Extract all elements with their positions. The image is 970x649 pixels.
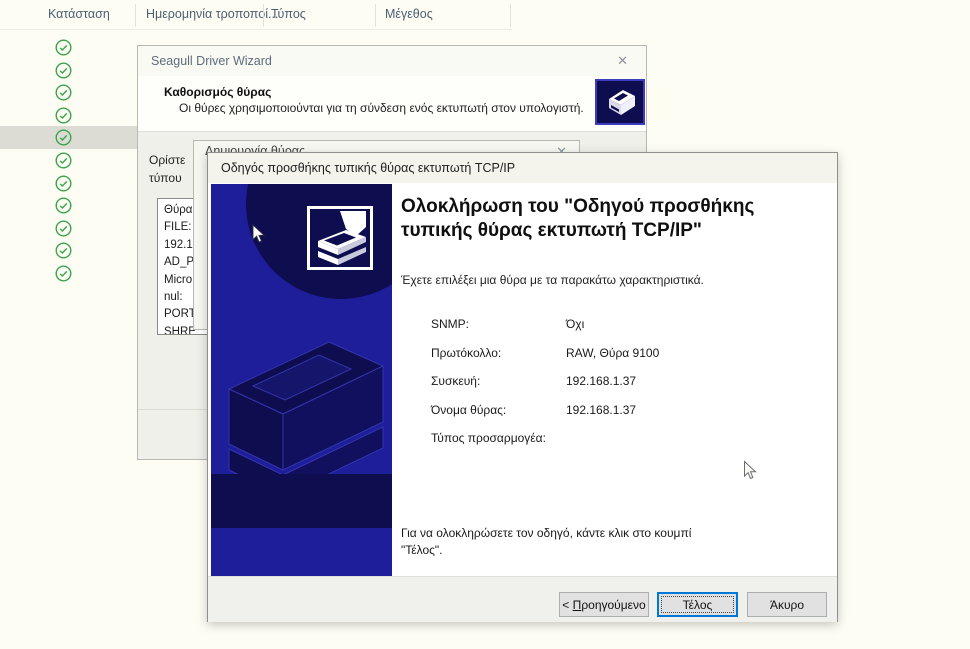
check-circle-icon (55, 220, 72, 237)
check-circle-icon (55, 107, 72, 124)
property-row: Συσκευή: 192.168.1.37 (431, 374, 821, 388)
check-circle-icon (55, 84, 72, 101)
seagull-body-text: Ορίστε τύπου (149, 153, 186, 185)
printer-icon (595, 79, 645, 125)
status-row[interactable] (0, 59, 137, 82)
property-value: 192.168.1.37 (566, 402, 637, 417)
column-header[interactable]: Ημερομηνία τροποποί... (146, 7, 278, 21)
property-label: Τύπος προσαρμογέα: (431, 431, 546, 445)
wizard-completion-heading: Ολοκλήρωση του "Οδηγού προσθήκης τυπικής… (401, 196, 755, 241)
wizard-finish-note: Για να ολοκληρώσετε τον οδηγό, κάντε κλι… (401, 526, 692, 557)
check-circle-icon (55, 175, 72, 192)
column-separator[interactable] (263, 4, 264, 27)
seagull-header-band: Καθορισμός θύρας Οι θύρες χρησιμοποιούντ… (138, 76, 646, 132)
check-circle-icon (55, 242, 72, 259)
tcpip-port-wizard-dialog: Οδηγός προσθήκης τυπικής θύρας εκτυπωτή … (207, 152, 838, 622)
explorer-column-header: Κατάσταση Ημερομηνία τροποποί... Τύπος Μέγε… (0, 0, 970, 30)
seagull-titlebar: Seagull Driver Wizard ✕ (138, 46, 646, 76)
seagull-title: Seagull Driver Wizard (151, 54, 272, 68)
status-row[interactable] (0, 217, 137, 240)
column-header[interactable]: Μέγεθος (385, 7, 433, 21)
status-column (0, 0, 137, 649)
close-icon[interactable]: ✕ (617, 54, 628, 67)
column-separator[interactable] (375, 4, 376, 27)
property-row: Όνομα θύρας: 192.168.1.37 (431, 403, 821, 417)
desktop: Κατάσταση Ημερομηνία τροποποί... Τύπος Μέγε… (0, 0, 970, 649)
finish-button[interactable]: Τέλος (657, 592, 738, 617)
wizard-printer-badge-icon (307, 206, 373, 270)
status-row[interactable] (0, 104, 137, 127)
banner-bottom-band (211, 528, 392, 576)
banner-bottom-shade (211, 474, 392, 528)
wizard-title: Οδηγός προσθήκης τυπικής θύρας εκτυπωτή … (221, 161, 516, 175)
property-value: RAW, Θύρα 9100 (566, 345, 660, 360)
status-row[interactable] (0, 262, 137, 285)
seagull-step-heading: Καθορισμός θύρας (164, 85, 272, 99)
property-value: 192.168.1.37 (566, 374, 637, 388)
property-row: Τύπος προσαρμογέα: (431, 431, 821, 445)
wizard-side-banner (211, 184, 392, 576)
status-row[interactable] (0, 194, 137, 217)
check-circle-icon (55, 62, 72, 79)
check-circle-icon (55, 265, 72, 282)
mouse-cursor-solid (252, 224, 265, 243)
status-row[interactable] (0, 172, 137, 195)
property-row: SNMP: Όχι (431, 317, 821, 331)
column-header[interactable]: Τύπος (271, 7, 306, 21)
status-row[interactable] (0, 149, 137, 172)
property-label: SNMP: (431, 317, 470, 331)
property-value: Όχι (566, 317, 585, 331)
check-circle-icon (55, 197, 72, 214)
cancel-button[interactable]: Άκυρο (747, 592, 827, 617)
property-row: Πρωτόκολλο: RAW, Θύρα 9100 (431, 346, 821, 360)
status-row[interactable] (0, 239, 137, 262)
property-label: Πρωτόκολλο: (431, 345, 502, 360)
wizard-button-bar: < Προηγούμενο Τέλος Άκυρο (208, 576, 837, 622)
column-separator[interactable] (510, 4, 511, 27)
property-label: Όνομα θύρας: (431, 402, 507, 417)
check-circle-icon (55, 152, 72, 169)
status-row[interactable] (0, 126, 137, 150)
check-circle-icon (55, 39, 72, 56)
wizard-subheading: Έχετε επιλέξει μια θύρα με τα παρακάτω χ… (401, 273, 704, 287)
seagull-step-subtext: Οι θύρες χρησιμοποιούνται για τη σύνδεση… (179, 101, 584, 115)
mouse-cursor-outline (744, 460, 757, 480)
status-row[interactable] (0, 36, 137, 59)
check-circle-icon (55, 129, 72, 146)
property-label: Συσκευή: (431, 374, 481, 388)
wizard-titlebar: Οδηγός προσθήκης τυπικής θύρας εκτυπωτή … (208, 153, 837, 183)
status-row[interactable] (0, 81, 137, 104)
port-properties-list: SNMP: Όχι Πρωτόκολλο: RAW, Θύρα 9100 Συσ… (431, 317, 821, 460)
back-button[interactable]: < Προηγούμενο (559, 592, 649, 617)
